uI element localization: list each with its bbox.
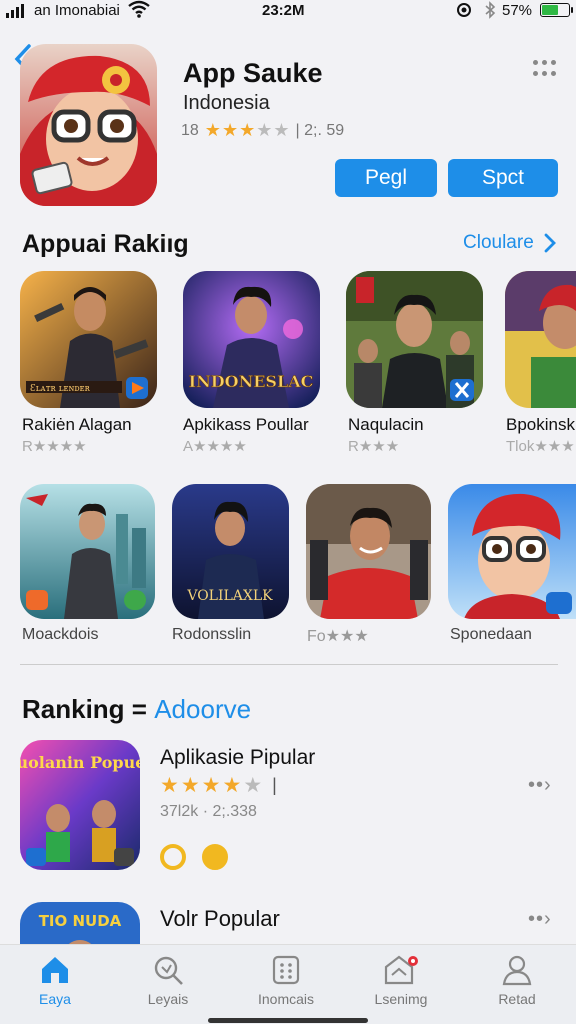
tile-label: Rakiėn Alagan xyxy=(22,415,132,434)
tile-label: Fo★★★ xyxy=(307,628,369,645)
secondary-button[interactable]: Spct xyxy=(448,159,558,197)
tile-art-text: VOLILAXLK xyxy=(186,588,273,604)
badge-icon xyxy=(202,844,228,870)
star-rating-icon: ★ ★ ★ ★ ★ | xyxy=(160,774,277,797)
bluetooth-icon xyxy=(485,1,496,19)
person-icon xyxy=(502,955,532,986)
app-rating: 18 ★ ★ ★ ★ ★ | 2;. 59 xyxy=(181,120,344,141)
more-options-icon[interactable] xyxy=(533,60,559,78)
see-all-label: Cloulare xyxy=(463,232,534,253)
tile-label: Rodonsslin xyxy=(172,626,252,643)
app-icon xyxy=(20,44,157,206)
star-rating-icon: ★ ★ ★ ★ ★ xyxy=(204,120,290,140)
battery-icon xyxy=(540,3,573,17)
ranking-title-text: Ranking = xyxy=(22,694,147,724)
app-tile[interactable]: Ɛʟᴀᴛʀ ʟᴇɴᴅᴇʀ xyxy=(20,271,157,408)
more-arrow-icon[interactable]: ••› xyxy=(528,774,552,797)
app-subtitle: Indonesia xyxy=(183,92,270,114)
tab-label: Inomcais xyxy=(257,991,315,1007)
tile-label: Sponedaan xyxy=(450,626,532,643)
tile-label: Apkikass Poullar xyxy=(183,415,309,434)
tile-label: Bpokinsk xyxy=(506,415,575,434)
tab-label: Lsenimg xyxy=(374,991,428,1007)
ranking-title: Ranking = Adoorve xyxy=(22,694,251,725)
badge-icon xyxy=(160,844,186,870)
list-art-text: TIO NUDA xyxy=(39,912,122,930)
list-item-meta: 37l2k · 2;.338 xyxy=(160,803,257,820)
tab-label: Eaya xyxy=(39,991,71,1007)
rating-count: 18 xyxy=(181,121,199,139)
tab-search[interactable]: Leyais xyxy=(113,953,223,1007)
section-divider xyxy=(20,664,558,665)
app-tile[interactable]: INDONESLAC xyxy=(183,271,320,408)
tile-art-text: Ɛʟᴀᴛʀ ʟᴇɴᴅᴇʀ xyxy=(30,384,91,394)
app-tile[interactable] xyxy=(20,484,155,619)
carrier-name: an Imonabiai xyxy=(34,2,120,19)
status-bar: an Imonabiai 23:2M 57% xyxy=(0,0,576,22)
app-tile[interactable]: VOLILAXLK xyxy=(172,484,289,619)
app-title: App Sauke xyxy=(183,58,323,88)
battery-percent: 57% xyxy=(502,2,533,19)
tab-label: Retad xyxy=(498,991,536,1007)
tab-profile[interactable]: Retad xyxy=(462,953,572,1007)
tab-store[interactable]: Lsenimg xyxy=(346,953,456,1007)
tile-rating: Tlok★★★ xyxy=(506,438,575,455)
tile-rating: R★★★ xyxy=(348,438,400,455)
list-art-text: Suolanin Popuec xyxy=(20,753,140,772)
tile-label: Moackdois xyxy=(22,626,99,643)
clock: 23:2M xyxy=(262,2,305,19)
home-icon xyxy=(42,957,68,983)
focus-icon xyxy=(457,3,471,17)
app-tile[interactable] xyxy=(505,271,576,408)
tab-home[interactable]: Eaya xyxy=(0,953,110,1007)
ranking-title-accent[interactable]: Adoorve xyxy=(154,694,251,724)
store-icon xyxy=(384,955,418,985)
signal-icon xyxy=(6,4,24,18)
app-meta-text: | 2;. 59 xyxy=(295,121,345,139)
primary-button[interactable]: Pegl xyxy=(335,159,437,197)
see-all-link[interactable]: Cloulare xyxy=(463,232,556,254)
app-tile[interactable] xyxy=(306,484,431,619)
app-tile[interactable] xyxy=(346,271,483,408)
wifi-icon xyxy=(128,0,150,18)
list-item-title[interactable]: Aplikasie Pipular xyxy=(160,746,315,770)
tab-bar: Eaya Leyais Inomcais Lsenimg Retad xyxy=(0,944,576,1024)
list-item-title[interactable]: Volr Popular xyxy=(160,906,280,932)
list-item-icon[interactable]: Suolanin Popuec xyxy=(20,740,140,870)
tile-rating: R★★★★ xyxy=(22,438,87,455)
search-icon xyxy=(154,956,183,985)
tile-rating: A★★★★ xyxy=(183,438,247,455)
app-tile[interactable] xyxy=(448,484,576,619)
chevron-right-icon xyxy=(544,233,556,253)
tab-grid[interactable]: Inomcais xyxy=(231,953,341,1007)
tile-label: Naqulacin xyxy=(348,415,424,434)
section-title: Appuai Rakiıg xyxy=(22,230,189,258)
home-indicator[interactable] xyxy=(208,1018,368,1023)
grid-icon xyxy=(272,955,300,985)
tile-art-text: INDONESLAC xyxy=(189,372,314,391)
tab-label: Leyais xyxy=(147,991,189,1007)
more-arrow-icon[interactable]: ••› xyxy=(528,908,552,931)
